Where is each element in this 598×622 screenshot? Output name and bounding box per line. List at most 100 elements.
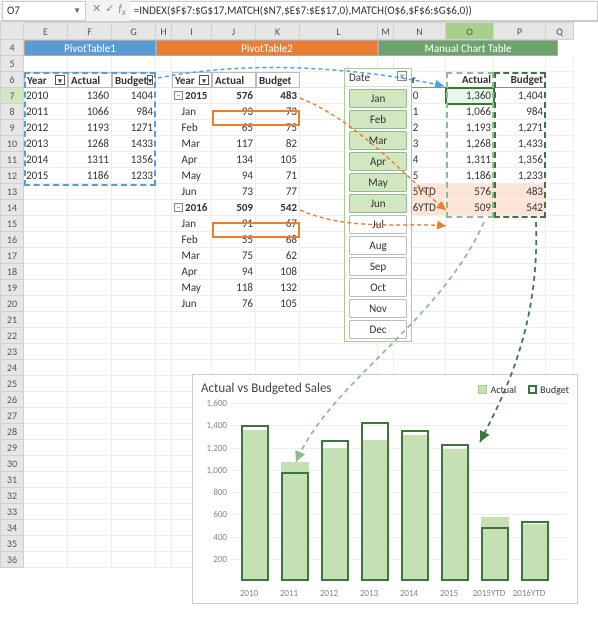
cell[interactable]: Jan [172,104,212,120]
cell[interactable] [546,232,574,248]
cell[interactable] [546,88,574,104]
cell[interactable] [68,408,112,424]
row-header[interactable]: 24 [0,360,24,376]
cell[interactable] [212,56,256,72]
cell[interactable] [68,184,112,200]
cell[interactable]: 483 [256,88,300,104]
cell[interactable] [24,504,68,520]
slicer-item[interactable]: Feb [349,110,407,129]
cell[interactable] [156,408,172,424]
cell[interactable] [156,440,172,456]
cell[interactable]: 576 [446,184,494,200]
cell[interactable] [446,264,494,280]
row-header[interactable]: 15 [0,216,24,232]
cell[interactable]: Apr [172,264,212,280]
slicer-item[interactable]: Sep [349,257,407,276]
cell[interactable] [494,248,546,264]
cell[interactable] [156,536,172,552]
cell[interactable] [156,136,172,152]
enter-icon[interactable]: ✓ [105,2,114,18]
cell[interactable]: 75 [256,120,300,136]
cell[interactable] [546,312,574,328]
cell[interactable] [112,280,156,296]
cell[interactable] [68,376,112,392]
cell[interactable] [546,136,574,152]
col-header-L[interactable]: L [300,22,378,40]
cell[interactable]: May [172,280,212,296]
cell[interactable]: 984 [494,104,546,120]
row-header[interactable]: 14 [0,200,24,216]
cell[interactable] [112,456,156,472]
cell[interactable] [546,72,574,88]
cell[interactable] [112,344,156,360]
row-header[interactable]: 18 [0,264,24,280]
slicer-item[interactable]: Oct [349,278,407,297]
row-header[interactable]: 36 [0,552,24,568]
cell[interactable] [212,328,256,344]
cell[interactable]: 94 [212,168,256,184]
cell[interactable]: 117 [212,136,256,152]
cell[interactable] [24,440,68,456]
bar-budget[interactable] [401,430,429,581]
row-header[interactable]: 12 [0,168,24,184]
cell[interactable]: May [172,168,212,184]
cell[interactable]: 2014 [24,152,68,168]
cell[interactable] [112,472,156,488]
cell[interactable] [394,344,446,360]
cell[interactable] [156,376,172,392]
cell[interactable]: −2015 [172,88,212,104]
row-header[interactable]: 26 [0,392,24,408]
cell[interactable] [172,56,212,72]
cell[interactable]: −2016 [172,200,212,216]
row-header[interactable]: 13 [0,184,24,200]
cell[interactable] [156,168,172,184]
cell[interactable]: 1,356 [494,152,546,168]
cell[interactable]: 509 [212,200,256,216]
cell[interactable] [112,520,156,536]
cell[interactable]: 93 [212,104,256,120]
slicer-item[interactable]: Jun [349,194,407,213]
cell[interactable] [68,360,112,376]
cell[interactable] [68,248,112,264]
cell[interactable] [156,328,172,344]
cell[interactable]: 76 [212,296,256,312]
col-header-Q[interactable]: Q [546,22,574,40]
cell[interactable] [156,264,172,280]
pivot-header[interactable]: Budget▾ [112,72,156,88]
cell[interactable]: 82 [256,136,300,152]
cell[interactable] [68,232,112,248]
cell[interactable] [494,344,546,360]
cell[interactable]: 73 [256,104,300,120]
cell[interactable] [112,424,156,440]
pivot-header[interactable]: Budget [256,72,300,88]
cell[interactable]: 2011 [24,104,68,120]
row-header[interactable]: 34 [0,520,24,536]
cell[interactable] [172,312,212,328]
row-header[interactable]: 22 [0,328,24,344]
cell[interactable]: 2010 [24,88,68,104]
cell[interactable] [24,488,68,504]
cell[interactable] [212,344,256,360]
cell[interactable] [546,296,574,312]
cell[interactable]: Feb [172,120,212,136]
cell[interactable] [112,488,156,504]
cell[interactable] [68,456,112,472]
cell[interactable] [546,184,574,200]
cell[interactable]: 1,233 [494,168,546,184]
cell[interactable] [546,120,574,136]
select-all[interactable] [0,22,24,40]
cell[interactable] [546,200,574,216]
col-header-O[interactable]: O [446,22,494,40]
cell[interactable] [112,296,156,312]
cell[interactable]: 1,268 [446,136,494,152]
cell[interactable] [24,216,68,232]
row-header[interactable]: 19 [0,280,24,296]
row-header[interactable]: 30 [0,456,24,472]
cell[interactable]: 1066 [68,104,112,120]
chart[interactable]: Actual vs Budgeted SalesActualBudget2010… [192,374,578,604]
cell[interactable]: 542 [256,200,300,216]
cell[interactable] [112,232,156,248]
cell[interactable] [24,248,68,264]
row-header[interactable]: 21 [0,312,24,328]
cell[interactable] [546,104,574,120]
